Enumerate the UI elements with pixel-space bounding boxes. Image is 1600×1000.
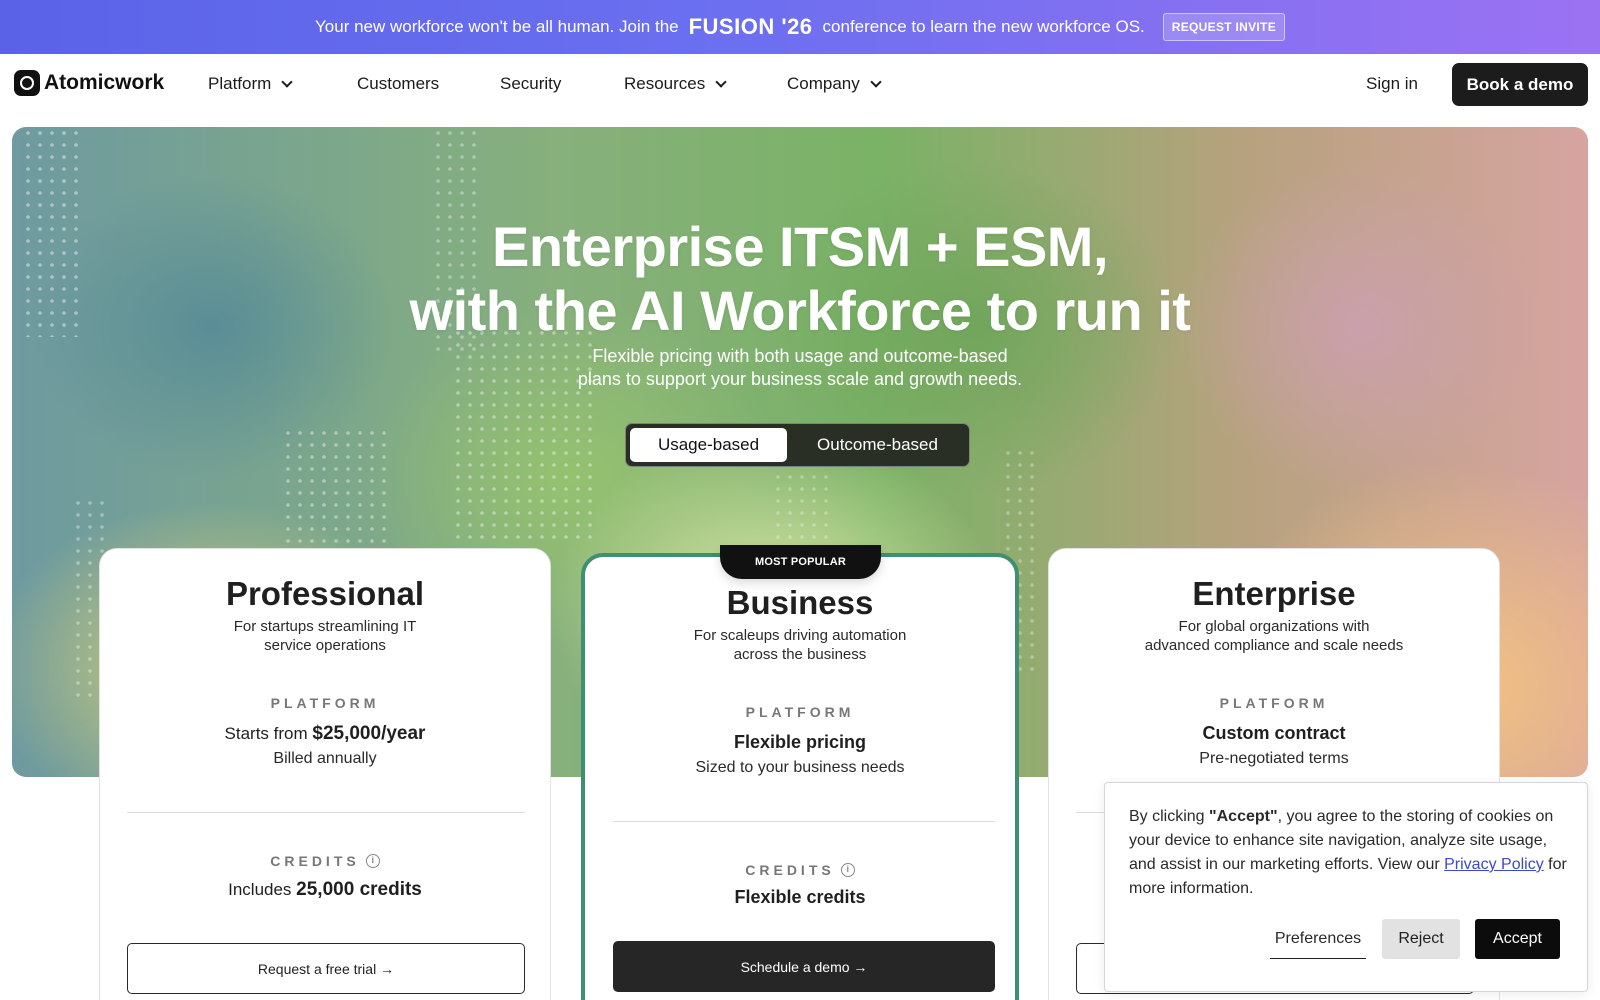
- hero-title: Enterprise ITSM + ESM, with the AI Workf…: [12, 215, 1588, 343]
- nav-item-label: Security: [500, 74, 562, 93]
- privacy-policy-link[interactable]: Privacy Policy: [1444, 856, 1544, 873]
- chevron-down-icon: [715, 75, 727, 88]
- request-free-trial-button[interactable]: Request a free trial →: [127, 943, 525, 994]
- cookie-accept-button[interactable]: Accept: [1475, 919, 1560, 959]
- hero-subtitle-line2: plans to support your business scale and…: [577, 369, 1023, 389]
- plan-price: Flexible pricing: [733, 732, 867, 752]
- hero-subtitle: Flexible pricing with both usage and out…: [550, 345, 1050, 391]
- credits-label: CREDITS i: [100, 853, 550, 869]
- plan-price: Custom contract: [1202, 723, 1346, 743]
- platform-label-text: PLATFORM: [1219, 695, 1329, 711]
- platform-label-text: PLATFORM: [270, 695, 380, 711]
- nav-item-company[interactable]: Company: [787, 74, 882, 94]
- plan-description: For startups streamlining IT service ope…: [100, 617, 550, 655]
- platform-label: PLATFORM: [100, 695, 550, 711]
- divider: [127, 812, 525, 813]
- plan-name: Business: [726, 584, 874, 621]
- plan-description: For scaleups driving automation across t…: [585, 626, 1015, 664]
- announcement-bar: Your new workforce won't be all human. J…: [0, 0, 1600, 54]
- plan-description-line2: advanced compliance and scale needs: [1144, 637, 1404, 654]
- nav-item-label: Resources: [624, 74, 706, 93]
- nav-item-label: Customers: [357, 74, 440, 93]
- cookie-consent-banner: By clicking "Accept", you agree to the s…: [1104, 782, 1588, 992]
- cookie-accept-quoted: "Accept": [1209, 808, 1278, 825]
- plan-description-line2: service operations: [264, 637, 386, 654]
- sign-in-link[interactable]: Sign in: [1366, 74, 1418, 94]
- request-invite-button[interactable]: REQUEST INVITE: [1162, 13, 1285, 41]
- platform-label: PLATFORM: [585, 704, 1015, 720]
- fusion-brand: FUSION '26: [688, 14, 813, 39]
- plan-card-business: Business For scaleups driving automation…: [581, 553, 1019, 1000]
- plan-card-professional: Professional For startups streamlining I…: [99, 548, 551, 1000]
- cookie-reject-button[interactable]: Reject: [1382, 919, 1460, 959]
- plan-description: For global organizations with advanced c…: [1049, 617, 1499, 655]
- info-icon[interactable]: i: [365, 854, 380, 868]
- cookie-text-1: By clicking: [1129, 808, 1205, 825]
- dot-pattern: [282, 427, 392, 557]
- nav-item-resources[interactable]: Resources: [624, 74, 727, 94]
- platform-label-text: PLATFORM: [745, 704, 855, 720]
- price-note: Pre-negotiated terms: [1199, 750, 1349, 767]
- announcement-content: Your new workforce won't be all human. J…: [315, 13, 1285, 41]
- most-popular-badge: MOST POPULAR: [720, 545, 881, 579]
- credits-label: CREDITS i: [585, 862, 1015, 878]
- price-value: $25,000/year: [312, 723, 426, 744]
- atomicwork-logo-icon: [14, 70, 40, 96]
- nav-item-security[interactable]: Security: [500, 74, 561, 94]
- cookie-preferences-button[interactable]: Preferences: [1270, 919, 1366, 959]
- credits-value: 25,000 credits: [296, 879, 422, 900]
- plan-name: Enterprise: [1192, 575, 1356, 612]
- chevron-down-icon: [870, 75, 882, 88]
- nav-item-label: Platform: [208, 74, 272, 93]
- cookie-message: By clicking "Accept", you agree to the s…: [1129, 805, 1569, 901]
- plan-description-line1: For scaleups driving automation: [693, 627, 907, 644]
- usage-based-tab[interactable]: Usage-based: [630, 428, 787, 462]
- nav-item-platform[interactable]: Platform: [208, 74, 293, 94]
- announcement-text-after: conference to learn the new workforce OS…: [822, 17, 1145, 36]
- plan-credits: Flexible credits: [734, 887, 866, 907]
- price-note: Billed annually: [273, 750, 377, 767]
- credits-label-text: CREDITS: [745, 862, 835, 878]
- plan-description-line1: For startups streamlining IT: [233, 618, 417, 635]
- announcement-text-before: Your new workforce won't be all human. J…: [315, 17, 679, 36]
- divider: [613, 821, 995, 822]
- nav-item-customers[interactable]: Customers: [357, 74, 439, 94]
- page: Your new workforce won't be all human. J…: [0, 0, 1600, 1000]
- plan-description-line1: For global organizations with: [1178, 618, 1370, 635]
- book-demo-button[interactable]: Book a demo: [1452, 63, 1588, 106]
- logo[interactable]: Atomicwork: [14, 70, 164, 96]
- chevron-down-icon: [281, 75, 293, 88]
- plan-name: Professional: [225, 575, 425, 612]
- schedule-demo-button[interactable]: Schedule a demo →: [613, 941, 995, 992]
- plan-description-line2: across the business: [733, 646, 867, 663]
- top-nav: Atomicwork Platform Customers Security R…: [0, 54, 1600, 114]
- info-icon[interactable]: i: [840, 863, 855, 877]
- nav-item-label: Company: [787, 74, 860, 93]
- hero-title-line2: with the AI Workforce to run it: [409, 279, 1191, 342]
- price-prefix: Starts from: [224, 724, 308, 743]
- platform-label: PLATFORM: [1049, 695, 1499, 711]
- credits-prefix: Includes: [228, 880, 292, 899]
- price-note: Sized to your business needs: [695, 759, 905, 776]
- hero-title-line1: Enterprise ITSM + ESM,: [491, 215, 1109, 278]
- hero-subtitle-line1: Flexible pricing with both usage and out…: [592, 346, 1008, 366]
- plan-credits: Includes 25,000 credits: [100, 879, 550, 901]
- outcome-based-tab[interactable]: Outcome-based: [790, 428, 965, 462]
- pricing-model-toggle: Usage-based Outcome-based: [625, 423, 970, 467]
- credits-label-text: CREDITS: [270, 853, 360, 869]
- logo-text: Atomicwork: [44, 71, 165, 94]
- plan-price: Starts from $25,000/year: [100, 723, 550, 745]
